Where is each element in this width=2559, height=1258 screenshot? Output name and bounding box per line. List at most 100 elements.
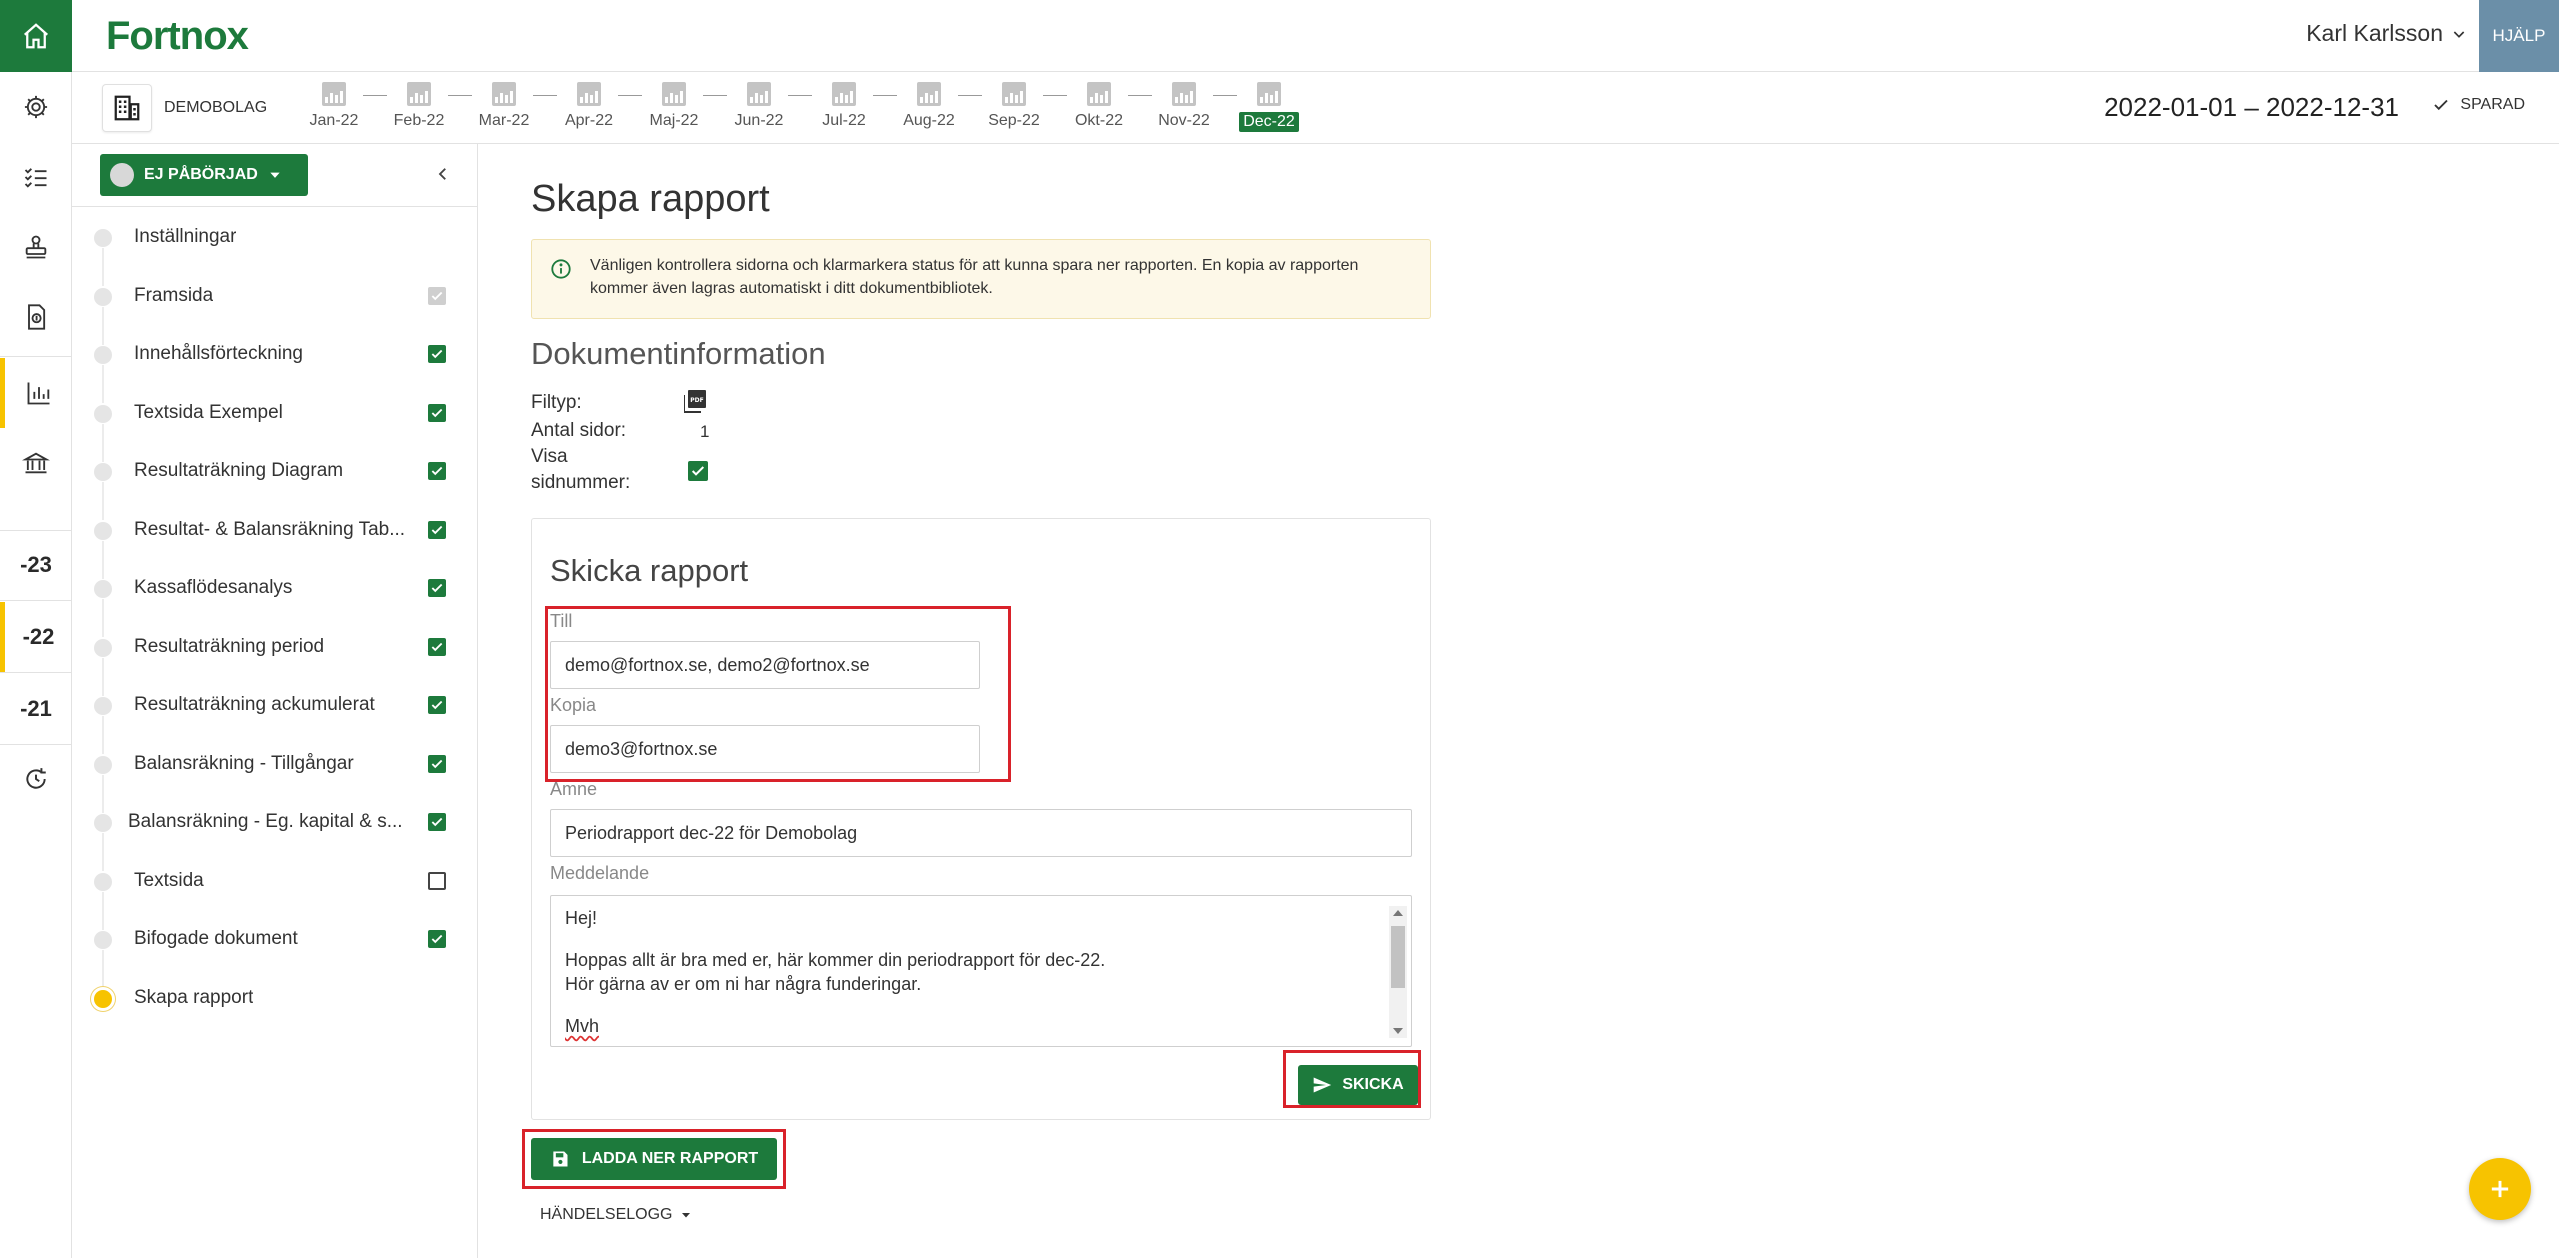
- sidebar-step[interactable]: Skapa rapport: [72, 969, 478, 1027]
- step-checkbox[interactable]: [428, 579, 446, 597]
- download-report-button[interactable]: LADDA NER RAPPORT: [531, 1138, 777, 1180]
- step-checkbox[interactable]: [428, 403, 446, 422]
- send-report-card: Skicka rapport Till demo@fortnox.se, dem…: [531, 518, 1431, 1120]
- step-checkbox[interactable]: [428, 696, 446, 714]
- message-line: Mvh: [565, 1016, 600, 1036]
- step-checkbox[interactable]: [428, 462, 446, 480]
- send-button[interactable]: SKICKA: [1298, 1065, 1418, 1105]
- history-icon: [26, 768, 46, 789]
- rail-bank[interactable]: [0, 428, 72, 498]
- sidebar-step[interactable]: Resultaträkning ackumulerat: [72, 676, 478, 754]
- sidebar-divider: [72, 206, 478, 207]
- step-checkbox[interactable]: [428, 345, 446, 363]
- check-icon: [431, 817, 443, 827]
- step-checkbox[interactable]: [428, 520, 446, 539]
- period-3[interactable]: Apr-22: [559, 82, 619, 130]
- home-button[interactable]: [0, 0, 72, 72]
- rail-invoice[interactable]: [0, 282, 72, 352]
- user-menu[interactable]: Karl Karlsson: [2306, 20, 2467, 47]
- scroll-up-arrow[interactable]: [1393, 910, 1403, 916]
- period-chart-icon: [917, 82, 941, 106]
- period-2[interactable]: Mar-22: [474, 82, 534, 130]
- period-chart-icon: [322, 82, 346, 106]
- rail-year-21[interactable]: -21: [0, 674, 72, 744]
- stamp-icon: [25, 235, 47, 259]
- message-scrollbar[interactable]: [1389, 906, 1407, 1038]
- scroll-thumb[interactable]: [1391, 926, 1405, 988]
- period-6[interactable]: Jul-22: [814, 82, 874, 130]
- fortnox-logo[interactable]: Fortnox: [106, 14, 249, 59]
- collapse-sidebar-button[interactable]: [431, 162, 455, 186]
- step-checkbox[interactable]: [428, 871, 446, 890]
- year-label: -23: [20, 552, 52, 577]
- step-checkbox[interactable]: [428, 754, 446, 773]
- rail-reports[interactable]: [0, 358, 72, 428]
- rail-stamp[interactable]: [0, 212, 72, 282]
- sidebar-step[interactable]: Innehållsförteckning: [72, 325, 478, 403]
- step-checkbox[interactable]: [428, 286, 446, 305]
- message-textarea[interactable]: Hej! Hoppas allt är bra med er, här komme…: [550, 895, 1412, 1047]
- sidebar-step[interactable]: Framsida: [72, 267, 478, 345]
- bar-chart-icon: [27, 382, 49, 405]
- step-label: Inställningar: [134, 226, 237, 247]
- sidebar-step[interactable]: Resultaträkning Diagram: [72, 442, 478, 520]
- sidebar-step[interactable]: Balansräkning - Tillgångar: [72, 735, 478, 813]
- add-fab-button[interactable]: [2469, 1158, 2531, 1220]
- step-checkbox[interactable]: [428, 813, 446, 831]
- sidebar-step[interactable]: Textsida: [72, 852, 478, 930]
- show-pagenum-checkbox[interactable]: [688, 461, 708, 481]
- period-9[interactable]: Okt-22: [1069, 82, 1129, 130]
- report-sidebar: EJ PÅBÖRJAD Inställningar Framsida Innehål…: [72, 144, 478, 1258]
- period-connector: [788, 95, 812, 96]
- scroll-down-arrow[interactable]: [1393, 1028, 1403, 1034]
- sidebar-step[interactable]: Inställningar: [72, 208, 478, 286]
- step-label: Textsida Exempel: [134, 401, 283, 423]
- message-line: Hoppas allt är bra med er, här kommer di…: [565, 950, 1106, 970]
- step-checkbox[interactable]: [428, 930, 446, 948]
- rail-history[interactable]: [0, 744, 72, 814]
- sidebar-step[interactable]: Textsida Exempel: [72, 384, 478, 462]
- year-label: -21: [20, 696, 52, 721]
- step-dot: [94, 697, 112, 715]
- period-8[interactable]: Sep-22: [984, 82, 1044, 130]
- event-log-label: HÄNDELSELOGG: [540, 1206, 673, 1223]
- period-11[interactable]: Dec-22: [1239, 82, 1299, 132]
- period-4[interactable]: Maj-22: [644, 82, 704, 130]
- period-0[interactable]: Jan-22: [304, 82, 364, 130]
- svg-text:PDF: PDF: [690, 397, 703, 404]
- step-label: Resultaträkning Diagram: [134, 460, 344, 481]
- sidebar-step[interactable]: Bifogade dokument: [72, 910, 478, 988]
- help-button[interactable]: HJÄLP: [2479, 0, 2559, 72]
- info-text: Vänligen kontrollera sidorna och klarmar…: [590, 257, 1359, 297]
- to-input[interactable]: demo@fortnox.se, demo2@fortnox.se: [550, 641, 980, 689]
- period-7[interactable]: Aug-22: [899, 82, 959, 130]
- event-log-toggle[interactable]: HÄNDELSELOGG: [540, 1206, 692, 1224]
- step-label: Resultaträkning period: [134, 635, 325, 657]
- step-label: Resultaträkning ackumulerat: [134, 694, 375, 715]
- subject-input[interactable]: Periodrapport dec-22 för Demobolag: [550, 809, 1412, 857]
- caret-down-icon: [682, 1213, 691, 1218]
- rail-settings[interactable]: [0, 72, 72, 142]
- rail-year-22[interactable]: -22: [0, 602, 72, 672]
- period-5[interactable]: Jun-22: [729, 82, 789, 130]
- status-dropdown[interactable]: EJ PÅBÖRJAD: [100, 154, 308, 196]
- sidebar-step[interactable]: Resultaträkning period: [72, 618, 478, 696]
- period-chart-icon: [747, 82, 771, 106]
- pagenum-label-1: Visa: [531, 446, 568, 467]
- period-10[interactable]: Nov-22: [1154, 82, 1214, 130]
- chevron-left-icon: [438, 168, 446, 180]
- sidebar-step[interactable]: Kassaflödesanalys: [72, 559, 478, 637]
- sidebar-step[interactable]: Balansräkning - Eg. kapital & s...: [72, 793, 478, 871]
- rail-year-23[interactable]: -23: [0, 530, 72, 600]
- pages-label: Antal sidor:: [531, 420, 627, 441]
- company-selector[interactable]: DEMOBOLAG: [102, 84, 267, 132]
- period-label: Jan-22: [309, 112, 359, 129]
- period-1[interactable]: Feb-22: [389, 82, 449, 130]
- period-bar: DEMOBOLAG Jan-22 Feb-22 Mar-22 Apr-22 Maj-22…: [72, 72, 2559, 144]
- cc-input[interactable]: demo3@fortnox.se: [550, 725, 980, 773]
- step-checkbox[interactable]: [428, 637, 446, 656]
- period-connector: [448, 95, 472, 96]
- sidebar-step[interactable]: Resultat- & Balansräkning Tab...: [72, 501, 478, 579]
- step-label: Balansräkning - Tillgångar: [134, 752, 354, 774]
- rail-tasks[interactable]: [0, 142, 72, 212]
